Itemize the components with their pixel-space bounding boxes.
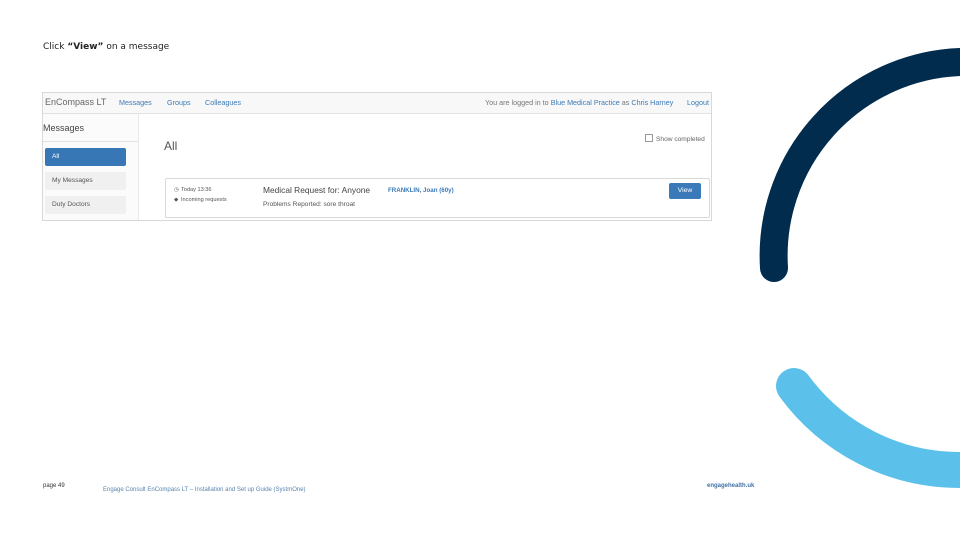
tag-icon: ◆ bbox=[174, 197, 179, 203]
sidebar: Messages All My Messages Duty Doctors bbox=[43, 114, 139, 220]
sky-brand-arc bbox=[776, 368, 960, 489]
page-title: All bbox=[164, 139, 178, 153]
brand-arc-graphic bbox=[759, 48, 960, 489]
navy-brand-arc bbox=[759, 48, 960, 282]
clock-icon: ◷ bbox=[174, 187, 179, 193]
top-navbar: EnCompass LT Messages Groups Colleagues … bbox=[43, 93, 711, 114]
nav-groups[interactable]: Groups bbox=[167, 98, 191, 107]
document-title: Engage Consult EnCompass LT – Installati… bbox=[103, 487, 306, 493]
view-button[interactable]: View bbox=[669, 183, 701, 199]
instruction-prefix: Click bbox=[43, 42, 68, 52]
message-meta: ◷ Today 13:36 ◆ Incoming requests bbox=[174, 185, 227, 205]
login-status: You are logged in to Blue Medical Practi… bbox=[485, 98, 673, 107]
sidebar-item-my-messages[interactable]: My Messages bbox=[45, 172, 126, 190]
nav-messages[interactable]: Messages bbox=[119, 98, 152, 107]
sidebar-title: Messages bbox=[43, 123, 85, 133]
login-prefix: You are logged in to bbox=[485, 98, 551, 107]
sidebar-item-duty-doctors[interactable]: Duty Doctors bbox=[45, 196, 126, 214]
message-tag: Incoming requests bbox=[181, 197, 227, 203]
app-screenshot: EnCompass LT Messages Groups Colleagues … bbox=[42, 92, 712, 221]
logout-link[interactable]: Logout bbox=[687, 98, 709, 107]
message-time: Today 13:36 bbox=[181, 187, 212, 193]
sidebar-divider bbox=[43, 141, 138, 142]
nav-colleagues[interactable]: Colleagues bbox=[205, 98, 241, 107]
page-number: page 49 bbox=[43, 483, 65, 489]
show-completed-toggle[interactable]: Show completed bbox=[645, 134, 705, 143]
message-card[interactable]: ◷ Today 13:36 ◆ Incoming requests Medical … bbox=[165, 178, 710, 218]
instruction-suffix: on a message bbox=[103, 42, 170, 52]
patient-link[interactable]: FRANKLIN, Joan (60y) bbox=[388, 187, 454, 194]
instruction-action: “View” bbox=[67, 42, 104, 52]
app-brand[interactable]: EnCompass LT bbox=[45, 97, 106, 107]
message-title: Medical Request for: Anyone bbox=[263, 185, 371, 195]
show-completed-label: Show completed bbox=[656, 136, 705, 143]
practice-link[interactable]: Blue Medical Practice bbox=[551, 98, 620, 107]
main-panel: All Show completed ◷ Today 13:36 ◆ Incomin… bbox=[139, 114, 711, 220]
checkbox-icon[interactable] bbox=[645, 134, 653, 142]
login-middle: as bbox=[619, 98, 632, 107]
message-problem: Problems Reported: sore throat bbox=[263, 201, 355, 208]
website-link[interactable]: engagehealth.uk bbox=[707, 483, 754, 489]
user-link[interactable]: Chris Harney bbox=[631, 98, 673, 107]
sidebar-item-all[interactable]: All bbox=[45, 148, 126, 166]
instruction-text: Click “View” on a message bbox=[43, 42, 169, 52]
